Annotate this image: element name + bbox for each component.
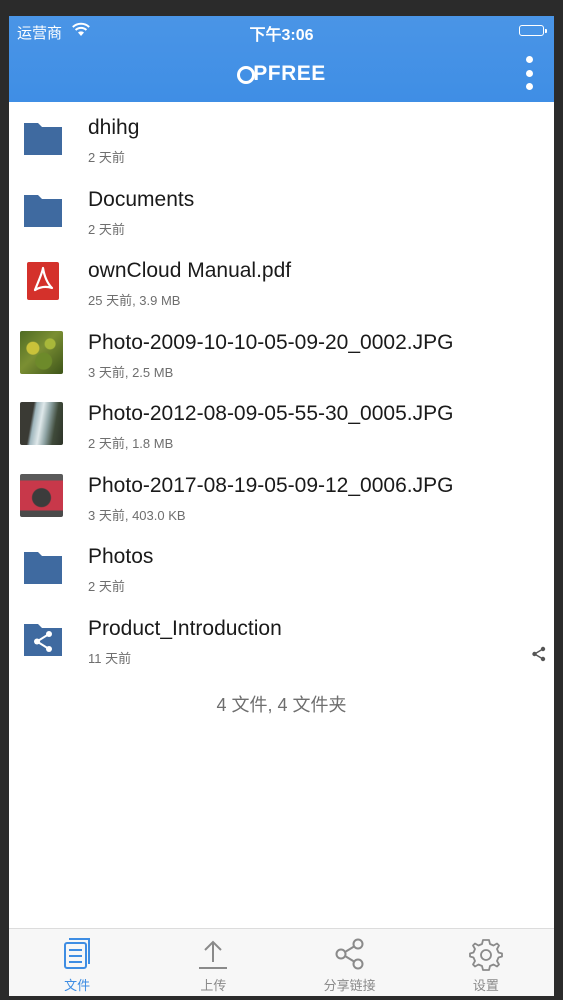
more-menu-button[interactable]: [522, 56, 536, 90]
tab-label: 上传: [200, 978, 227, 993]
upload-icon: [199, 940, 228, 969]
menu-dot: [525, 56, 533, 63]
shared-folder-icon: [24, 623, 62, 656]
file-meta: 2 天前: [88, 579, 125, 594]
tab-upload[interactable]: 上传: [145, 929, 281, 996]
status-bar: 运营商 下午3:06: [9, 16, 554, 46]
file-meta: 11 天前: [88, 650, 132, 666]
share-link-icon: [335, 938, 364, 970]
tab-label: 文件: [64, 978, 91, 993]
file-meta: 25 天前, 3.9 MB: [88, 293, 181, 308]
status-time: 下午3:06: [249, 27, 314, 44]
folder-icon: [24, 552, 62, 584]
photo-thumbnail: [20, 330, 63, 374]
pdf-icon: [27, 262, 59, 300]
file-name: ownCloud Manual.pdf: [88, 259, 292, 282]
file-list: dhihg 2 天前 Documents 2 天前 ownCloud Manua…: [9, 102, 554, 674]
file-meta: 2 天前: [88, 150, 125, 165]
file-row-photo-2012[interactable]: Photo-2012-08-09-05-55-30_0005.JPG 2 天前,…: [9, 388, 554, 460]
tab-files[interactable]: 文件: [9, 929, 145, 996]
folder-icon: [24, 194, 62, 227]
tab-bar: 文件 上传 分享链接 设置: [9, 928, 554, 996]
settings-icon: [468, 939, 503, 971]
file-meta: 3 天前, 2.5 MB: [88, 364, 174, 380]
tab-label: 分享链接: [323, 978, 376, 993]
file-name: Documents: [88, 187, 195, 211]
file-meta: 2 天前: [88, 221, 125, 237]
file-row-photo-2009[interactable]: Photo-2009-10-10-05-09-20_0002.JPG 3 天前,…: [9, 317, 554, 389]
file-name: Photo-2017-08-19-05-09-12_0006.JPG: [88, 473, 454, 497]
logo-text: PFREE: [253, 62, 326, 85]
file-name: dhihg: [88, 116, 140, 139]
file-name: Photo-2012-08-09-05-55-30_0005.JPG: [88, 402, 454, 425]
file-row-owncloud-manual[interactable]: ownCloud Manual.pdf 25 天前, 3.9 MB: [9, 245, 554, 317]
file-row-documents[interactable]: Documents 2 天前: [9, 174, 554, 246]
file-name: Photos: [88, 545, 154, 568]
photo-thumbnail: [20, 473, 63, 517]
top-bar: 运营商 下午3:06 OPFREE: [9, 16, 554, 102]
battery-icon: [519, 25, 547, 36]
tab-settings[interactable]: 设置: [418, 929, 554, 996]
photo-thumbnail: [20, 402, 63, 445]
tab-share-links[interactable]: 分享链接: [282, 929, 418, 996]
file-name: Product_Introduction: [88, 616, 282, 640]
folder-icon: [24, 123, 62, 155]
app-logo: OPFREE: [9, 62, 554, 86]
files-icon: [64, 938, 91, 969]
file-meta: 2 天前, 1.8 MB: [88, 436, 174, 451]
app-screen: 运营商 下午3:06 OPFREE dhihg: [9, 16, 554, 996]
menu-dot: [525, 69, 533, 77]
share-icon[interactable]: [530, 645, 548, 663]
menu-dot: [525, 83, 533, 90]
file-meta: 3 天前, 403.0 KB: [88, 507, 186, 523]
file-name: Photo-2009-10-10-05-09-20_0002.JPG: [88, 330, 454, 354]
file-row-photo-2017[interactable]: Photo-2017-08-19-05-09-12_0006.JPG 3 天前,…: [9, 460, 554, 532]
file-count-summary: 4 文件, 4 文件夹: [216, 695, 347, 715]
file-row-photos[interactable]: Photos 2 天前: [9, 531, 554, 603]
file-row-dhihg[interactable]: dhihg 2 天前: [9, 102, 554, 174]
file-row-product-introduction[interactable]: Product_Introduction 11 天前: [9, 603, 554, 675]
tab-label: 设置: [472, 978, 499, 993]
